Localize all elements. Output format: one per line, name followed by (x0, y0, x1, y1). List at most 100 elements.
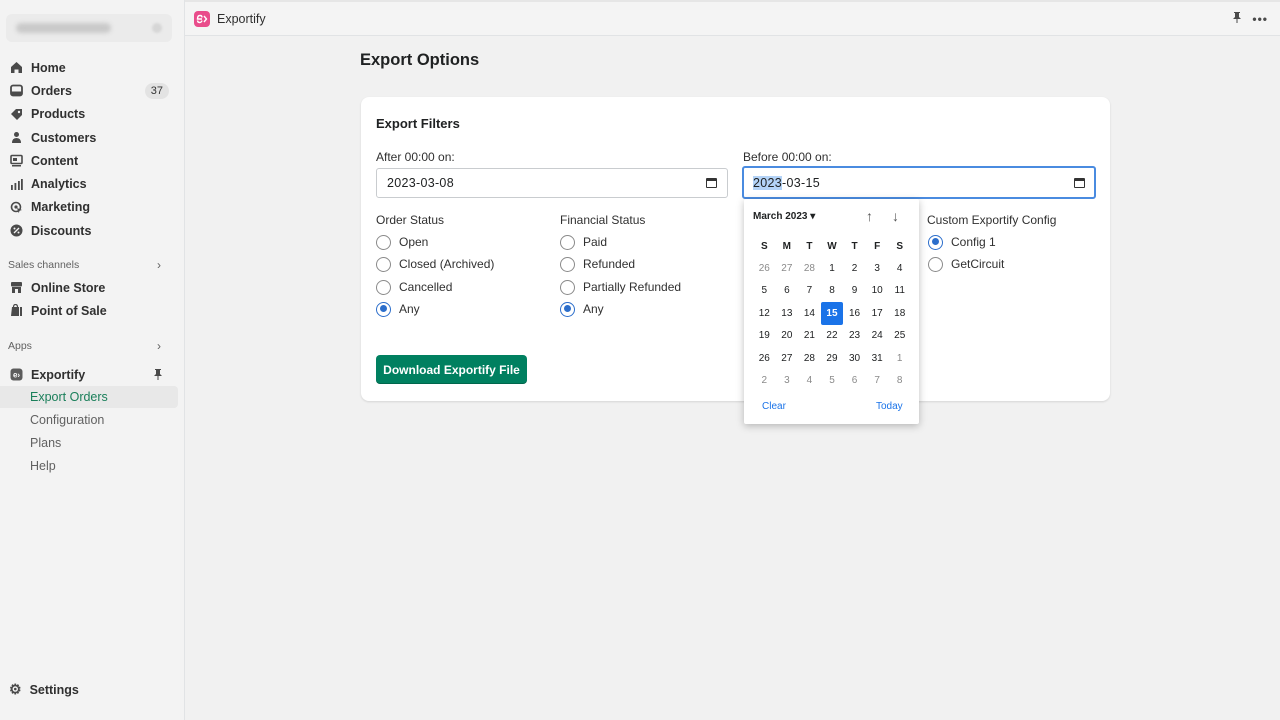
weekday-header: T (806, 240, 813, 252)
download-exportify-file-button[interactable]: Download Exportify File (376, 355, 527, 384)
radio-button[interactable] (376, 256, 391, 272)
financial-status-refunded[interactable]: Refunded (560, 255, 635, 273)
calendar-day[interactable]: 22 (821, 325, 844, 348)
calendar-day[interactable]: 5 (753, 280, 776, 303)
page-title: Export Options (360, 51, 480, 69)
calendar-day[interactable]: 28 (798, 347, 821, 370)
month-year-dropdown[interactable]: March 2023 ▾ (753, 211, 815, 222)
before-date-input[interactable]: 2023 -03-15 (742, 166, 1096, 199)
calendar-day[interactable]: 9 (843, 280, 866, 303)
sidebar-subitem-export-orders[interactable]: Export Orders (0, 386, 178, 408)
tag-icon (9, 107, 23, 121)
sidebar-subitem-help[interactable]: Help (0, 455, 178, 477)
calendar-day[interactable]: 28 (798, 257, 821, 280)
calendar-day[interactable]: 27 (776, 257, 799, 280)
order-status-cancelled[interactable]: Cancelled (376, 278, 452, 296)
custom-config-getcircuit[interactable]: GetCircuit (928, 255, 1004, 273)
financial-status-any[interactable]: Any (560, 300, 604, 318)
radio-button-checked[interactable] (928, 234, 943, 250)
radio-button[interactable] (376, 234, 391, 250)
sidebar-item-exportify[interactable]: e› Exportify (0, 363, 185, 386)
store-switcher[interactable] (6, 14, 172, 42)
calendar-day[interactable]: 2 (843, 257, 866, 280)
financial-status-paid[interactable]: Paid (560, 233, 607, 251)
sidebar-subitem-configuration[interactable]: Configuration (0, 409, 178, 431)
next-month-arrow-icon[interactable]: ↓ (892, 208, 899, 224)
calendar-day[interactable]: 30 (843, 347, 866, 370)
calendar-day[interactable]: 31 (866, 347, 889, 370)
sidebar-item-point-of-sale[interactable]: Point of Sale (0, 299, 185, 322)
radio-button[interactable] (560, 256, 575, 272)
calendar-day-selected[interactable]: 15 (820, 302, 844, 325)
calendar-day[interactable]: 26 (753, 257, 776, 280)
order-status-open[interactable]: Open (376, 233, 428, 251)
sidebar-item-online-store[interactable]: Online Store (0, 276, 185, 299)
calendar-day[interactable]: 3 (776, 370, 799, 393)
calendar-day[interactable]: 8 (888, 370, 911, 393)
calendar-day[interactable]: 11 (888, 280, 911, 303)
calendar-day[interactable]: 12 (753, 302, 776, 325)
sidebar-item-products[interactable]: Products (0, 103, 185, 126)
calendar-day[interactable]: 8 (821, 280, 844, 303)
calendar-icon[interactable] (1074, 177, 1085, 188)
custom-config-config1[interactable]: Config 1 (928, 233, 996, 251)
calendar-day[interactable]: 6 (776, 280, 799, 303)
calendar-day[interactable]: 4 (888, 257, 911, 280)
sidebar-item-analytics[interactable]: Analytics (0, 172, 185, 195)
calendar-day[interactable]: 13 (776, 302, 799, 325)
radio-button-checked[interactable] (376, 301, 391, 317)
calendar-day[interactable]: 25 (888, 325, 911, 348)
radio-button[interactable] (376, 279, 391, 295)
prev-month-arrow-icon[interactable]: ↑ (866, 208, 873, 224)
calendar-day[interactable]: 19 (753, 325, 776, 348)
calendar-day[interactable]: 10 (866, 280, 889, 303)
sidebar-item-label: Orders (31, 83, 72, 98)
radio-button[interactable] (560, 234, 575, 250)
calendar-day[interactable]: 1 (821, 257, 844, 280)
calendar-day[interactable]: 23 (843, 325, 866, 348)
sidebar-subitem-plans[interactable]: Plans (0, 432, 178, 454)
after-date-input[interactable]: 2023-03-08 (376, 168, 728, 198)
sales-channels-chevron-icon[interactable]: › (157, 258, 161, 272)
today-button[interactable]: Today (876, 401, 903, 412)
calendar-day[interactable]: 16 (843, 302, 866, 325)
calendar-day[interactable]: 14 (798, 302, 821, 325)
calendar-day[interactable]: 6 (843, 370, 866, 393)
calendar-day[interactable]: 3 (866, 257, 889, 280)
order-status-closed[interactable]: Closed (Archived) (376, 255, 494, 273)
sidebar-item-discounts[interactable]: Discounts (0, 219, 185, 242)
sidebar-item-customers[interactable]: Customers (0, 126, 185, 149)
pin-icon[interactable] (153, 368, 163, 383)
calendar-day[interactable]: 2 (753, 370, 776, 393)
more-horizontal-icon[interactable]: ••• (1252, 12, 1268, 26)
calendar-day[interactable]: 5 (821, 370, 844, 393)
sidebar-item-marketing[interactable]: Marketing (0, 196, 185, 219)
calendar-icon[interactable] (706, 178, 717, 188)
radio-label: Partially Refunded (583, 280, 682, 294)
calendar-day[interactable]: 24 (866, 325, 889, 348)
calendar-day[interactable]: 7 (798, 280, 821, 303)
radio-button[interactable] (928, 256, 943, 272)
radio-button-checked[interactable] (560, 301, 575, 317)
calendar-day[interactable]: 27 (776, 347, 799, 370)
calendar-day[interactable]: 18 (888, 302, 911, 325)
sidebar-item-settings[interactable]: ⚙ Settings (9, 681, 79, 698)
calendar-day[interactable]: 21 (798, 325, 821, 348)
sidebar-item-orders[interactable]: Orders 37 (0, 79, 185, 102)
order-status-any[interactable]: Any (376, 300, 420, 318)
calendar-day[interactable]: 1 (888, 347, 911, 370)
clear-button[interactable]: Clear (762, 401, 786, 412)
calendar-day[interactable]: 17 (866, 302, 889, 325)
calendar-day[interactable]: 26 (753, 347, 776, 370)
calendar-day[interactable]: 7 (866, 370, 889, 393)
sidebar-item-home[interactable]: Home (0, 56, 185, 79)
apps-chevron-icon[interactable]: › (157, 339, 161, 353)
pin-icon[interactable] (1232, 11, 1242, 26)
sidebar-item-content[interactable]: Content (0, 149, 185, 172)
calendar-day[interactable]: 4 (798, 370, 821, 393)
radio-button[interactable] (560, 279, 575, 295)
calendar-day[interactable]: 29 (821, 347, 844, 370)
financial-status-partially-refunded[interactable]: Partially Refunded (560, 278, 681, 296)
calendar-day[interactable]: 20 (776, 325, 799, 348)
before-date-year-selected: 2023 (753, 175, 783, 190)
